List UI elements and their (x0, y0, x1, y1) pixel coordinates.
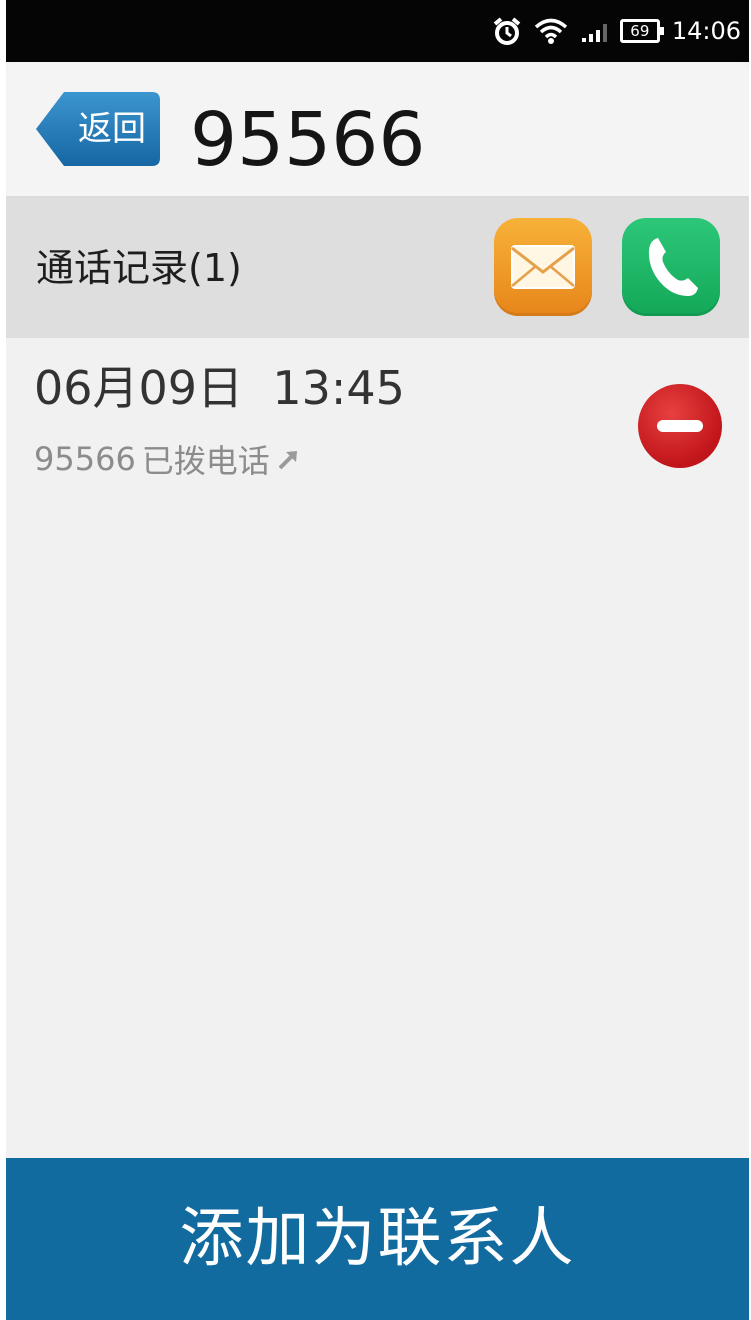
back-button-label: 返回 (78, 109, 146, 149)
page-title: 95566 (190, 97, 426, 183)
status-time: 14:06 (671, 17, 741, 45)
call-log-header: 通话记录(1) (6, 198, 749, 338)
add-contact-label: 添加为联系人 (179, 1202, 576, 1276)
message-icon (511, 245, 575, 289)
minus-icon (657, 420, 703, 432)
record-time: 13:45 (272, 361, 405, 415)
delete-record-button[interactable] (638, 384, 722, 468)
battery-tip (659, 27, 664, 35)
record-type: 已拨电话 (141, 442, 270, 480)
phone-icon (648, 238, 698, 296)
battery-icon: 69 (619, 19, 664, 43)
battery-level: 69 (630, 22, 650, 40)
header: 返回 95566 (6, 62, 749, 198)
record-number: 95566 (34, 440, 136, 478)
record-datetime: 06月09日 13:45 (34, 352, 405, 418)
signal-icon (581, 24, 607, 42)
record-detail: 95566 已拨电话 (34, 436, 302, 482)
record-date: 06月09日 (34, 361, 244, 415)
wifi-icon (534, 18, 567, 44)
status-bar: 69 14:06 (6, 0, 749, 62)
screen: 69 14:06 返回 95566 通话记录(1) 06月09日 13:45 9… (6, 0, 749, 1320)
status-icons: 69 14:06 (492, 14, 741, 48)
call-button[interactable] (622, 218, 720, 316)
send-message-button[interactable] (494, 218, 592, 316)
outgoing-arrow-icon (278, 451, 297, 470)
call-record[interactable]: 06月09日 13:45 95566 已拨电话 (6, 338, 749, 498)
call-log-title: 通话记录(1) (36, 246, 242, 290)
add-contact-button[interactable]: 添加为联系人 (6, 1158, 749, 1320)
alarm-icon (493, 17, 521, 45)
back-button[interactable]: 返回 (34, 90, 162, 168)
